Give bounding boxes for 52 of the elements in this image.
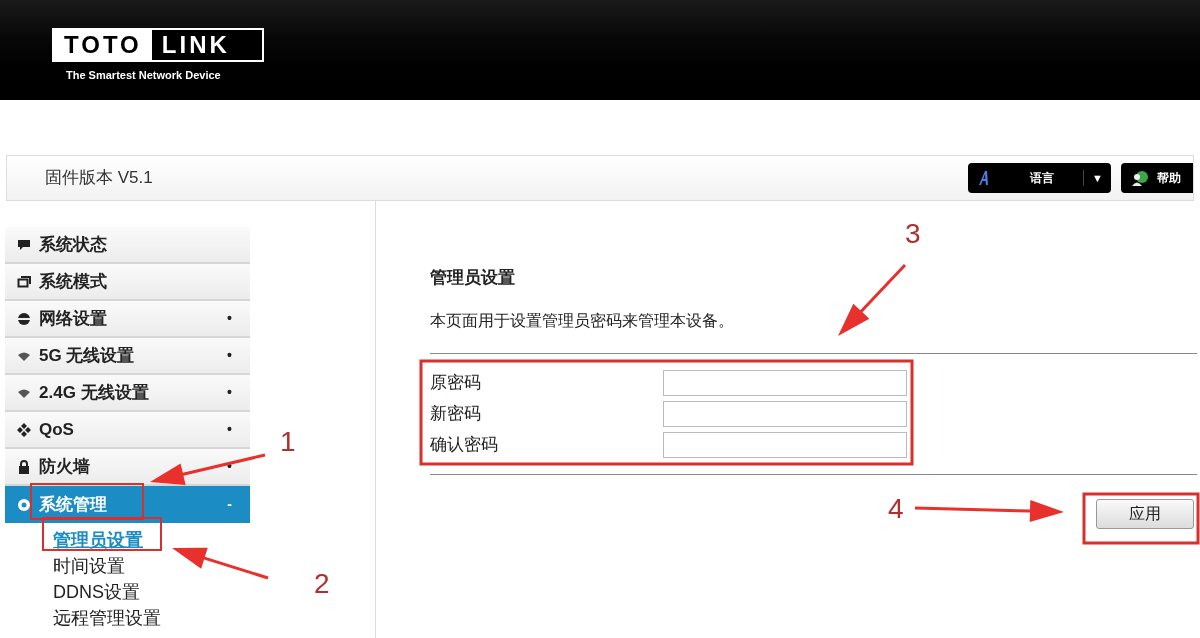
nav-label: 系统管理	[39, 493, 107, 516]
field-label: 原密码	[430, 372, 482, 395]
apply-button[interactable]: 应用	[1096, 499, 1194, 529]
annotation-number: 4	[888, 495, 904, 523]
nav-item[interactable]: QoS •	[5, 412, 250, 449]
firmware-version: 固件版本 V5.1	[45, 167, 153, 190]
speech-bubble-icon	[17, 237, 31, 252]
window-icon	[17, 274, 31, 289]
logo-text: LINK	[151, 30, 262, 60]
nav-label: QoS	[39, 418, 74, 441]
nav-item[interactable]: 系统模式	[5, 264, 250, 301]
submenu-link[interactable]: DDNS设置	[53, 579, 140, 605]
annotation-number: 2	[314, 570, 330, 598]
nav-item[interactable]: 2.4G 无线设置 •	[5, 375, 250, 412]
nav-label: 网络设置	[39, 307, 107, 330]
font-letter-icon	[978, 171, 990, 185]
nav-label: 系统状态	[39, 233, 107, 256]
annotation-number: 1	[280, 428, 296, 456]
help-person-icon	[1131, 170, 1149, 186]
expand-marker: •	[227, 420, 232, 439]
nav-item[interactable]: 网络设置 •	[5, 301, 250, 338]
tagline: The Smartest Network Device	[65, 68, 222, 83]
logo-text: TOTO	[63, 30, 143, 60]
submenu-link[interactable]: 时间设置	[53, 553, 125, 579]
language-label: 语言	[1028, 170, 1055, 187]
globe-icon	[17, 311, 31, 326]
nav-item[interactable]: 系统状态	[5, 227, 250, 264]
nav-label: 系统模式	[39, 270, 107, 293]
field-label: 确认密码	[430, 434, 499, 457]
lock-icon	[17, 459, 31, 474]
nav-item[interactable]: 5G 无线设置 •	[5, 338, 250, 375]
gear-icon	[17, 497, 31, 512]
nav-label: 防火墙	[39, 455, 90, 478]
submenu-link[interactable]: 远程管理设置	[53, 605, 161, 631]
expand-marker: -	[227, 495, 232, 514]
language-button[interactable]: 语言 ▼	[968, 163, 1111, 193]
expand-marker: •	[227, 346, 232, 365]
nav-label: 5G 无线设置	[39, 344, 135, 367]
expand-marker: •	[227, 309, 232, 328]
field-label: 新密码	[430, 403, 482, 426]
nav-label: 2.4G 无线设置	[39, 381, 149, 404]
nav-item[interactable]: 系统管理 -	[5, 486, 250, 523]
diamonds-icon	[17, 422, 31, 437]
page-description: 本页面用于设置管理员密码来管理本设备。	[430, 311, 735, 331]
submenu-link[interactable]: 管理员设置	[53, 527, 143, 553]
expand-marker: •	[227, 383, 232, 402]
page-title: 管理员设置	[430, 267, 516, 289]
help-button[interactable]: 帮助	[1121, 163, 1193, 193]
password-field[interactable]	[663, 370, 907, 396]
password-field[interactable]	[663, 432, 907, 458]
password-field[interactable]	[663, 401, 907, 427]
annotation-number: 3	[905, 220, 921, 248]
